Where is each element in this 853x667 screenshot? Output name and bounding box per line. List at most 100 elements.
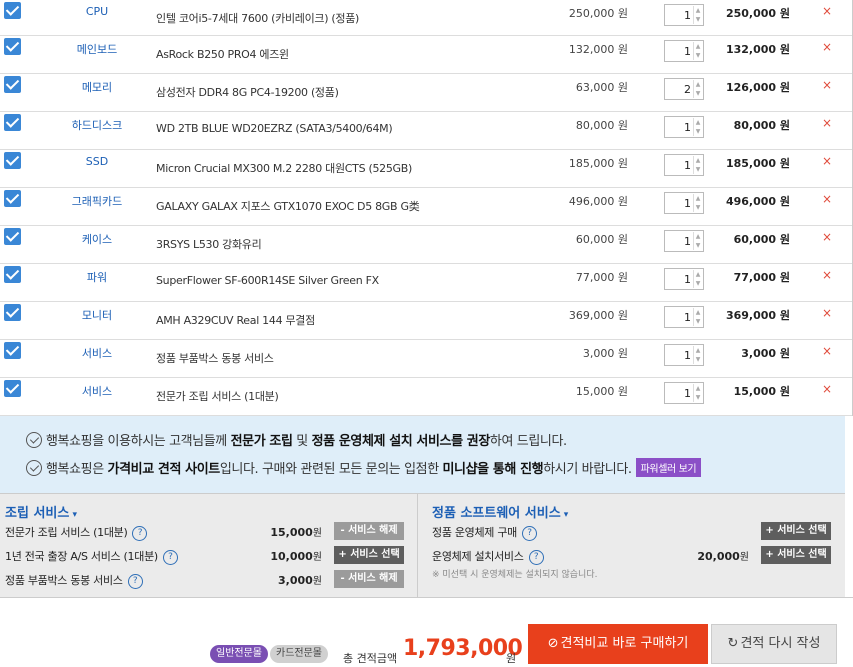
- checkbox[interactable]: [4, 2, 21, 19]
- service-price-unit: 원: [312, 552, 322, 563]
- quantity-stepper[interactable]: 1 ▲ ▼: [664, 154, 704, 176]
- service-remove-button[interactable]: - 서비스 해제: [334, 570, 404, 588]
- product-name[interactable]: AMH A329CUV Real 144 무결점: [156, 312, 315, 328]
- product-category: SSD: [85, 155, 109, 168]
- service-select-button[interactable]: + 서비스 선택: [761, 546, 831, 564]
- tab-general-mall[interactable]: 일반전문몰: [210, 645, 268, 663]
- delete-icon[interactable]: ×: [822, 382, 832, 396]
- line-total: 126,000 원: [725, 81, 790, 94]
- product-name[interactable]: 삼성전자 DDR4 8G PC4-19200 (정품): [156, 84, 339, 100]
- delete-icon[interactable]: ×: [822, 116, 832, 130]
- quantity-value[interactable]: 2: [684, 83, 691, 96]
- help-icon[interactable]: ?: [127, 574, 143, 589]
- tab-card-mall[interactable]: 카드전문몰: [270, 645, 328, 663]
- buy-now-button[interactable]: ⊘ 견적비교 바로 구매하기: [528, 624, 708, 664]
- notice-line-1: 행복쇼핑을 이용하시는 고객님들께 전문가 조립 및 정품 운영체제 설치 서비…: [26, 430, 567, 449]
- delete-icon[interactable]: ×: [822, 4, 832, 18]
- delete-icon[interactable]: ×: [822, 40, 832, 54]
- service-row: 1년 전국 출장 A/S 서비스 (1대분)? 10,000원 + 서비스 선택: [0, 546, 410, 566]
- product-list: CPU 인텔 코어i5-7세대 7600 (카비레이크) (정품) 250,000 …: [0, 0, 853, 416]
- product-name[interactable]: 인텔 코어i5-7세대 7600 (카비레이크) (정품): [156, 10, 359, 26]
- help-icon[interactable]: ?: [528, 550, 544, 565]
- quantity-value[interactable]: 1: [684, 197, 691, 210]
- service-name: 정품 운영체제 구매?: [432, 524, 537, 541]
- product-name[interactable]: 정품 부품박스 동봉 서비스: [156, 350, 274, 366]
- help-icon[interactable]: ?: [521, 526, 537, 541]
- service-remove-button[interactable]: - 서비스 해제: [334, 522, 404, 540]
- product-category: CPU: [85, 5, 109, 18]
- product-name[interactable]: GALAXY GALAX 지포스 GTX1070 EXOC D5 8GB G类: [156, 198, 420, 214]
- quantity-stepper[interactable]: 2 ▲ ▼: [664, 78, 704, 100]
- checkbox[interactable]: [4, 304, 21, 321]
- check-circle-icon: [26, 460, 42, 476]
- service-price-unit: 원: [312, 528, 322, 539]
- product-name[interactable]: WD 2TB BLUE WD20EZRZ (SATA3/5400/64M): [156, 122, 393, 135]
- line-total: 250,000 원: [725, 7, 790, 20]
- checkbox[interactable]: [4, 380, 21, 397]
- checkbox[interactable]: [4, 114, 21, 131]
- checkbox[interactable]: [4, 76, 21, 93]
- quantity-stepper[interactable]: 1 ▲ ▼: [664, 268, 704, 290]
- product-row: 서비스 전문가 조립 서비스 (1대분) 15,000 원 1 ▲ ▼ 15,000 원 ×: [0, 378, 852, 416]
- reset-quote-button[interactable]: ↻ 견적 다시 작성: [711, 624, 837, 664]
- delete-icon[interactable]: ×: [822, 306, 832, 320]
- product-name[interactable]: SuperFlower SF-600R14SE Silver Green FX: [156, 274, 379, 287]
- checkbox[interactable]: [4, 266, 21, 283]
- delete-icon[interactable]: ×: [822, 154, 832, 168]
- delete-icon[interactable]: ×: [822, 78, 832, 92]
- power-seller-button[interactable]: 파워셀러 보기: [635, 458, 702, 477]
- assembly-service-title[interactable]: 조립 서비스: [5, 502, 77, 521]
- line-total: 185,000 원: [725, 157, 790, 170]
- bottom-bar: 일반전문몰 카드전문몰 총 견적금액 1,793,000 원 ⊘ 견적비교 바로 …: [0, 597, 853, 667]
- help-icon[interactable]: ?: [132, 526, 148, 541]
- product-row: 하드디스크 WD 2TB BLUE WD20EZRZ (SATA3/5400/64…: [0, 112, 852, 150]
- service-name-text: 운영체제 설치서비스: [432, 550, 524, 563]
- quantity-stepper[interactable]: 1 ▲ ▼: [664, 4, 704, 26]
- line-total: 77,000 원: [733, 271, 790, 284]
- quantity-stepper[interactable]: 1 ▲ ▼: [664, 382, 704, 404]
- product-row: 메인보드 AsRock B250 PRO4 에즈윈 132,000 원 1 ▲ ▼ 132,…: [0, 36, 852, 74]
- quantity-value[interactable]: 1: [684, 159, 691, 172]
- service-row: 정품 운영체제 구매? + 서비스 선택: [427, 522, 837, 542]
- product-name[interactable]: 3RSYS L530 강화유리: [156, 236, 262, 252]
- unit-price: 496,000 원: [568, 195, 628, 208]
- delete-icon[interactable]: ×: [822, 230, 832, 244]
- quantity-stepper[interactable]: 1 ▲ ▼: [664, 306, 704, 328]
- quantity-stepper[interactable]: 1 ▲ ▼: [664, 230, 704, 252]
- quantity-value[interactable]: 1: [684, 349, 691, 362]
- quantity-stepper[interactable]: 1 ▲ ▼: [664, 116, 704, 138]
- quantity-value[interactable]: 1: [684, 273, 691, 286]
- delete-icon[interactable]: ×: [822, 344, 832, 358]
- service-price-unit: 원: [739, 552, 749, 563]
- product-name[interactable]: Micron Crucial MX300 M.2 2280 대원CTS (525…: [156, 160, 412, 176]
- product-category: 파워: [86, 271, 108, 284]
- quantity-value[interactable]: 1: [684, 235, 691, 248]
- quantity-stepper[interactable]: 1 ▲ ▼: [664, 344, 704, 366]
- product-category: 케이스: [81, 233, 113, 246]
- quantity-stepper[interactable]: 1 ▲ ▼: [664, 40, 704, 62]
- checkbox[interactable]: [4, 342, 21, 359]
- quantity-value[interactable]: 1: [684, 387, 691, 400]
- checkbox[interactable]: [4, 228, 21, 245]
- delete-icon[interactable]: ×: [822, 268, 832, 282]
- product-name[interactable]: AsRock B250 PRO4 에즈윈: [156, 46, 289, 62]
- product-category: 하드디스크: [71, 119, 123, 132]
- quantity-stepper[interactable]: 1 ▲ ▼: [664, 192, 704, 214]
- help-icon[interactable]: ?: [162, 550, 178, 565]
- service-select-button[interactable]: + 서비스 선택: [761, 522, 831, 540]
- checkbox[interactable]: [4, 190, 21, 207]
- checkbox[interactable]: [4, 152, 21, 169]
- delete-icon[interactable]: ×: [822, 192, 832, 206]
- checkbox[interactable]: [4, 38, 21, 55]
- quantity-value[interactable]: 1: [684, 45, 691, 58]
- quantity-value[interactable]: 1: [684, 121, 691, 134]
- check-circle-icon: ⊘: [547, 636, 559, 651]
- software-service-title[interactable]: 정품 소프트웨어 서비스: [432, 502, 568, 521]
- quantity-value[interactable]: 1: [684, 311, 691, 324]
- total-unit: 원: [506, 652, 517, 665]
- quantity-value[interactable]: 1: [684, 9, 691, 22]
- line-total: 60,000 원: [733, 233, 790, 246]
- service-name-text: 전문가 조립 서비스 (1대분): [5, 526, 128, 539]
- service-select-button[interactable]: + 서비스 선택: [334, 546, 404, 564]
- product-name[interactable]: 전문가 조립 서비스 (1대분): [156, 388, 279, 404]
